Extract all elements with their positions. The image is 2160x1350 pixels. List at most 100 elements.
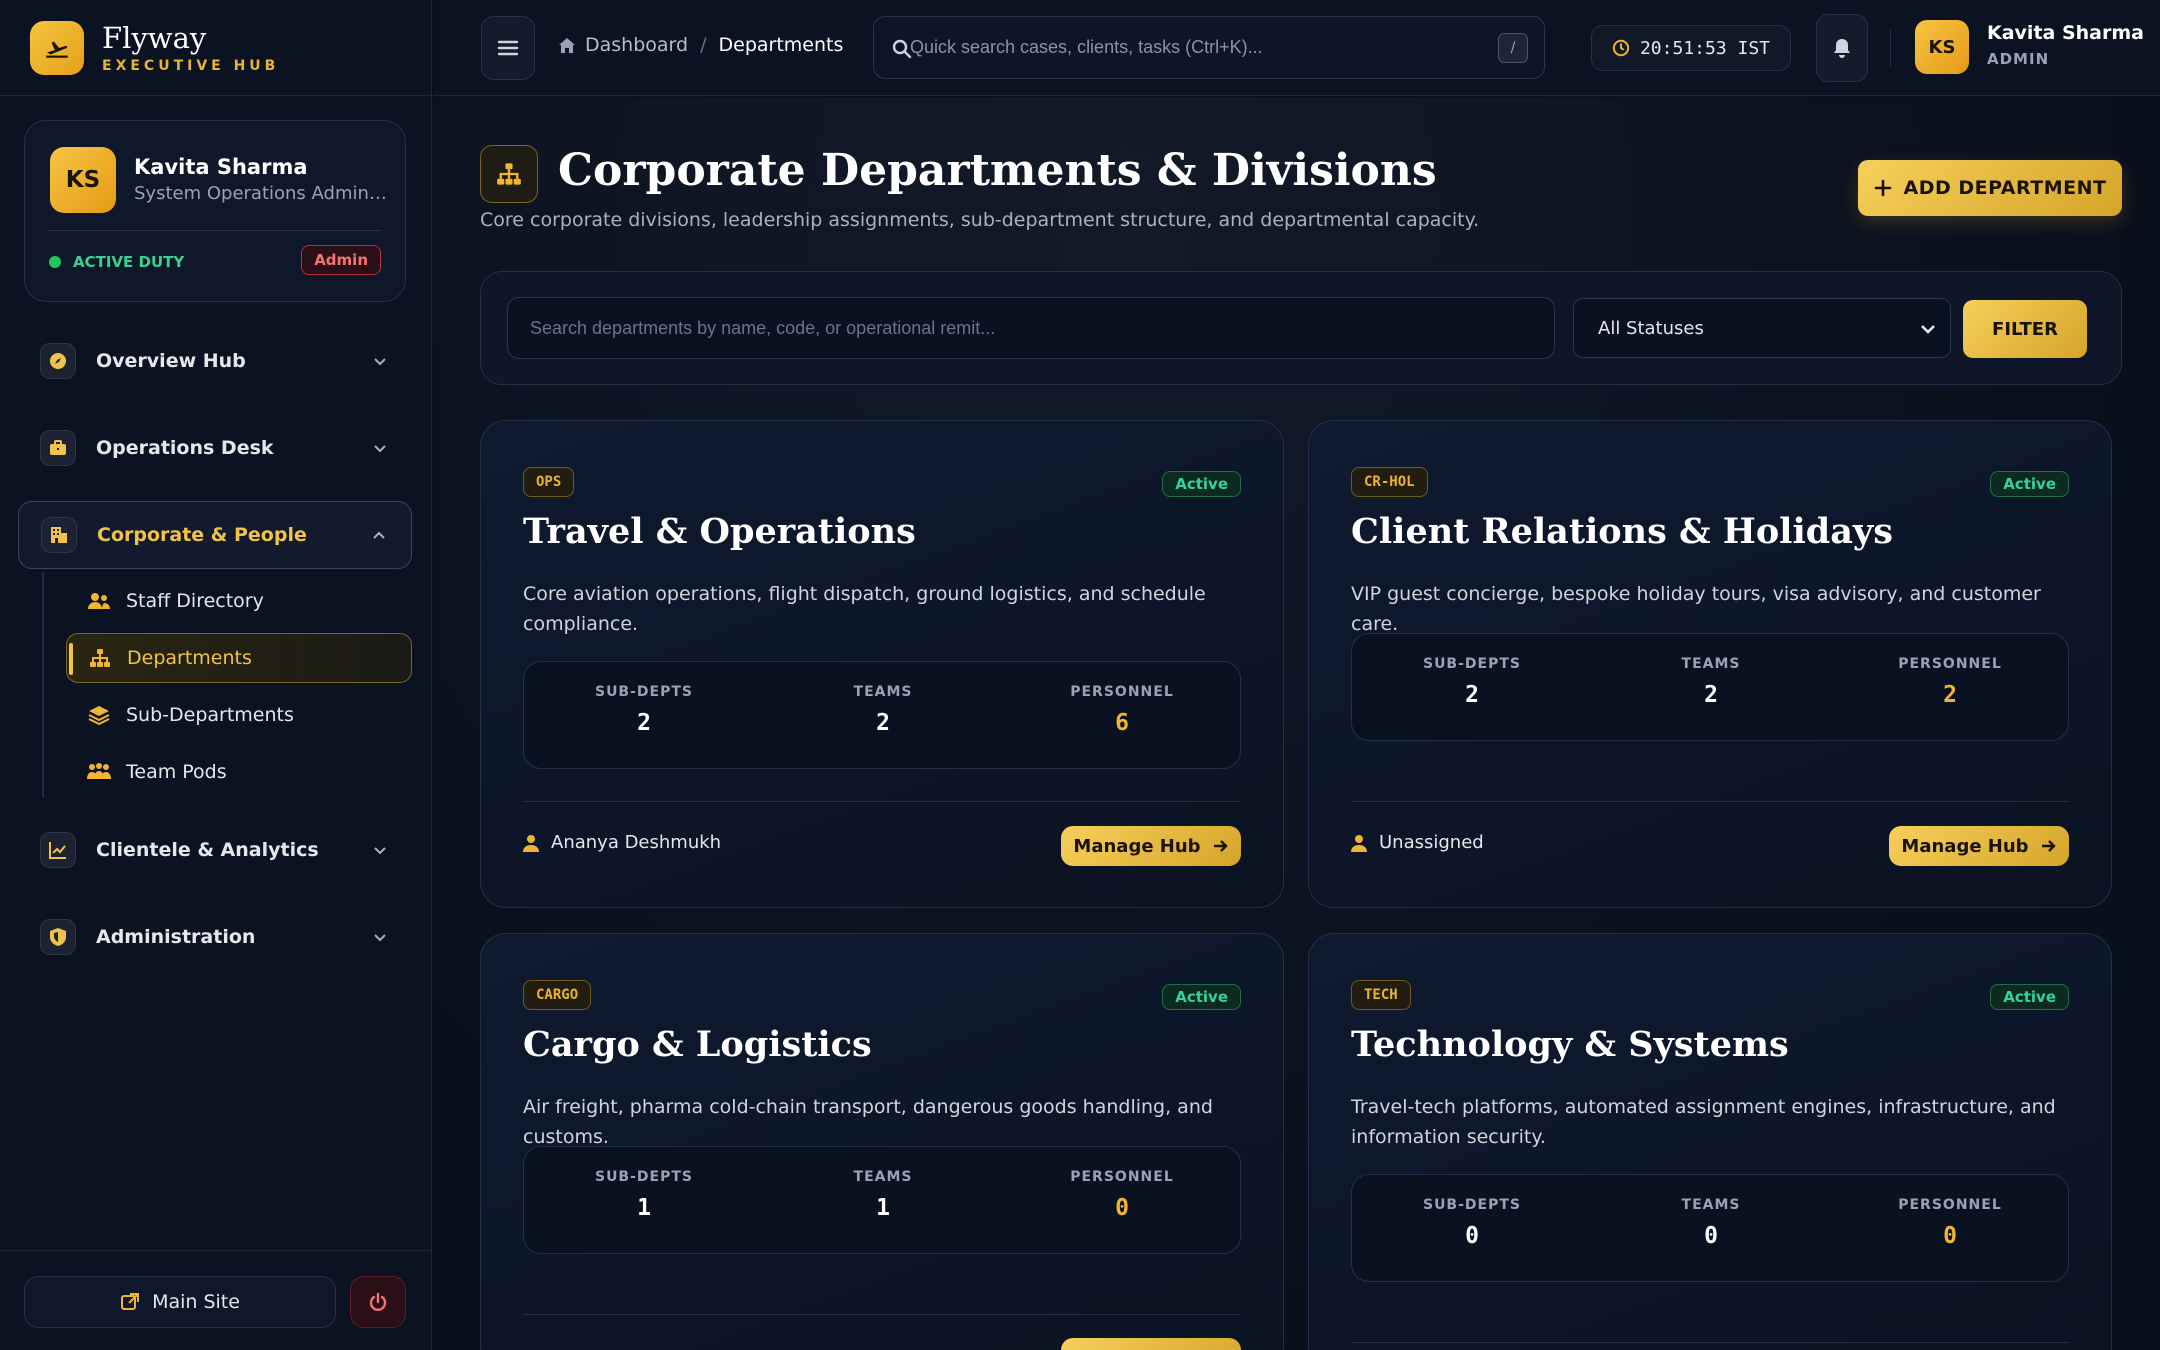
arrow-right-icon [2041,840,2056,852]
plus-icon [1874,179,1891,197]
subnav-label: Departments [127,647,252,669]
add-department-label: ADD DEPARTMENT [1903,177,2107,199]
topbar: Dashboard / Departments / 20:51:53 IST K… [433,0,2160,96]
department-code: TECH [1351,980,1411,1010]
subnav-label: Team Pods [126,761,227,783]
user-name: Kavita Sharma [1987,22,2144,44]
home-icon [559,38,575,53]
clock-time: 20:51:53 IST [1639,37,1771,59]
logout-button[interactable] [350,1276,406,1328]
stat-label: SUB-DEPTS [594,1169,693,1185]
building-icon [41,517,77,553]
department-card: CARGO Active Cargo & Logistics Air freig… [480,933,1284,1350]
stat-label: TEAMS [1681,1197,1741,1213]
sitemap-icon [480,145,538,203]
nav-label: Administration [96,926,256,948]
department-lead: Ananya Deshmukh [523,832,721,853]
profile-name: Kavita Sharma [134,155,308,179]
breadcrumb-current: Departments [718,34,844,56]
breadcrumb-separator: / [700,34,707,56]
status-badge: Active [1990,984,2069,1010]
stat-value: 0 [1943,1223,1957,1249]
stat-label: PERSONNEL [1898,656,2002,672]
stat-value: 0 [1704,1223,1718,1249]
department-stats: SUB-DEPTS 2 TEAMS 2 PERSONNEL 2 [1351,633,2069,741]
divider [1351,1342,2069,1343]
status-badge: Active [1990,471,2069,497]
manage-hub-button[interactable]: Manage Hub [1889,826,2069,866]
global-search: / [873,16,1545,79]
divider [1890,30,1891,66]
user-avatar[interactable]: KS [1915,20,1969,74]
stat-label: SUB-DEPTS [1422,1197,1521,1213]
page-subtitle: Core corporate divisions, leadership ass… [480,209,1480,231]
subnav-sub-departments[interactable]: Sub-Departments [66,690,412,740]
search-icon [892,39,912,59]
nav-administration[interactable]: Administration [18,903,412,971]
manage-hub-label: Manage Hub [1073,835,1201,857]
nav-corporate-people[interactable]: Corporate & People [18,501,412,569]
stat-teams: TEAMS 2 [1591,656,1831,708]
shield-icon [40,919,76,955]
search-input[interactable] [910,17,1470,78]
stat-value: 2 [637,710,651,736]
stat-value: 2 [1704,682,1718,708]
stat-value: 2 [1465,682,1479,708]
bell-icon [1834,39,1850,58]
nav-overview-hub[interactable]: Overview Hub [18,327,412,395]
layers-icon [86,705,112,725]
department-description: Travel-tech platforms, automated assignm… [1351,1096,2056,1148]
brand[interactable]: Flyway EXECUTIVE HUB [0,0,431,96]
profile-card: KS Kavita Sharma System Operations Admin… [24,120,406,302]
duty-label: ACTIVE DUTY [73,253,185,271]
stat-sub-depts: SUB-DEPTS 1 [524,1169,764,1221]
manage-hub-button[interactable]: Manage Hub [1061,826,1241,866]
department-stats: SUB-DEPTS 2 TEAMS 2 PERSONNEL 6 [523,661,1241,769]
profile-role: System Operations Administrator [134,183,389,204]
status-badge: Active [1162,471,1241,497]
department-title: Technology & Systems [1351,1024,1789,1065]
department-stats: SUB-DEPTS 0 TEAMS 0 PERSONNEL 0 [1351,1174,2069,1282]
filter-panel: All Statuses FILTER [480,271,2122,385]
page-title: Corporate Departments & Divisions [558,145,1437,196]
chevron-down-icon [374,358,386,366]
subnav-staff-directory[interactable]: Staff Directory [66,576,412,626]
subnav-team-pods[interactable]: Team Pods [66,747,412,797]
manage-hub-label: Manage Hub [1901,835,2029,857]
department-title: Client Relations & Holidays [1351,511,1893,552]
department-card: CR-HOL Active Client Relations & Holiday… [1308,420,2112,908]
brand-subtitle: EXECUTIVE HUB [102,57,280,74]
nav-operations-desk[interactable]: Operations Desk [18,414,412,482]
main-site-button[interactable]: Main Site [24,1276,336,1328]
chevron-down-icon [1921,325,1935,334]
status-select-value: All Statuses [1598,317,1704,339]
subnav-departments[interactable]: Departments [66,633,412,683]
department-search-input[interactable] [507,297,1555,359]
main-site-label: Main Site [152,1291,240,1313]
stat-personnel: PERSONNEL 0 [1830,1197,2070,1249]
filter-button[interactable]: FILTER [1963,300,2087,358]
user-icon [523,834,539,852]
department-title: Travel & Operations [523,511,916,552]
divider [523,801,1241,802]
notifications-button[interactable] [1816,14,1868,82]
menu-icon [497,40,519,56]
stat-value: 2 [1943,682,1957,708]
department-code: CARGO [523,980,592,1010]
manage-hub-button[interactable] [1061,1338,1241,1350]
department-title: Cargo & Logistics [523,1024,872,1065]
stat-value: 6 [1115,710,1129,736]
stat-label: PERSONNEL [1070,1169,1174,1185]
nav-clientele-analytics[interactable]: Clientele & Analytics [18,816,412,884]
role-badge: Admin [301,245,381,275]
status-select[interactable]: All Statuses [1573,298,1951,358]
department-lead: Unassigned [1351,832,1484,853]
users-icon [86,591,112,611]
department-stats: SUB-DEPTS 1 TEAMS 1 PERSONNEL 0 [523,1146,1241,1254]
nav-label: Overview Hub [96,350,246,372]
add-department-button[interactable]: ADD DEPARTMENT [1858,160,2122,216]
stat-value: 1 [637,1195,651,1221]
breadcrumb-home[interactable]: Dashboard [557,34,688,56]
subnav-label: Staff Directory [126,590,264,612]
menu-toggle-button[interactable] [481,16,535,80]
